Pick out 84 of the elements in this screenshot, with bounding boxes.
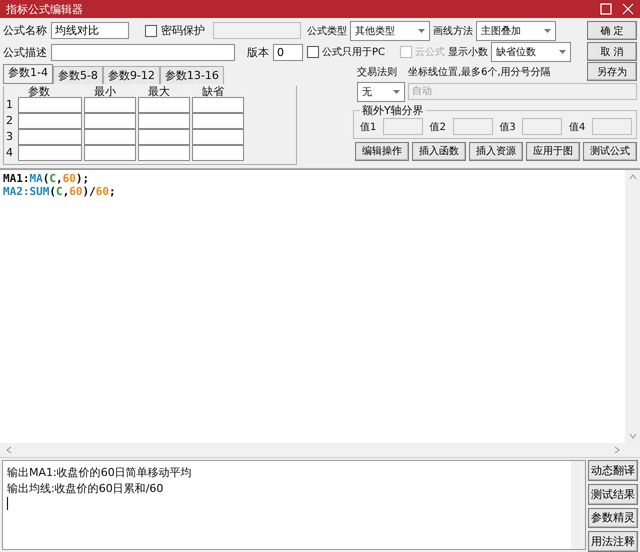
caret-icon — [393, 90, 400, 94]
param-field[interactable] — [138, 113, 190, 129]
caret-icon — [559, 50, 566, 54]
scrollbar[interactable] — [625, 170, 640, 443]
action-button[interactable]: 取 消 — [587, 42, 637, 61]
decimals-dropdown[interactable]: 缺省位数 — [491, 42, 572, 62]
version-field[interactable]: 0 — [273, 44, 303, 61]
field-label: 公式类型 — [307, 24, 347, 38]
tool-button[interactable]: 编辑操作 — [355, 142, 409, 160]
tool-button[interactable]: 应用于图 — [526, 142, 580, 160]
text-cursor — [7, 497, 8, 510]
field-label: 交易法则 — [357, 66, 398, 78]
field-label: 公式描述 — [3, 45, 47, 60]
param-field[interactable] — [192, 129, 244, 145]
action-button[interactable]: 另存为 — [587, 62, 637, 81]
caret-icon — [418, 28, 425, 32]
window-title: 指标公式编辑器 — [6, 2, 84, 16]
code-line: MA2:SUM(C,60)/60; — [3, 185, 117, 198]
tab[interactable]: 参数1-4 — [3, 64, 53, 84]
output-line: 输出均线:收盘价的60日累和/60 — [7, 481, 164, 497]
side-button[interactable]: 测试结果 — [588, 484, 638, 504]
tool-button[interactable]: 测试公式 — [583, 142, 637, 160]
param-field[interactable] — [84, 97, 136, 113]
column-header: 最小 — [93, 86, 117, 97]
param-field[interactable] — [84, 113, 136, 129]
checkbox-label: 密码保护 — [161, 23, 205, 38]
param-field[interactable] — [138, 145, 190, 161]
tab[interactable]: 参数5-8 — [52, 66, 103, 84]
trade-rule-dropdown[interactable]: 无 — [357, 82, 405, 102]
maximize-icon[interactable] — [600, 3, 612, 15]
action-button[interactable]: 确 定 — [587, 21, 637, 40]
type-dropdown[interactable]: 其他类型 — [350, 20, 430, 40]
row-number: 3 — [6, 129, 14, 145]
scrollbar[interactable] — [571, 461, 585, 549]
side-button[interactable]: 动态翻译 — [588, 460, 638, 481]
column-header: 最大 — [147, 86, 171, 97]
field-label: 值2 — [430, 120, 446, 134]
tab[interactable]: 参数13-16 — [160, 66, 224, 84]
column-header: 缺省 — [201, 86, 225, 97]
param-field[interactable] — [192, 97, 244, 113]
bound-field[interactable] — [452, 118, 493, 135]
field-label: 显示小数 — [448, 46, 488, 58]
tool-button[interactable]: 插入资源 — [469, 142, 523, 160]
field-label: 值1 — [360, 120, 376, 134]
code-line: MA1:MA(C,60); — [3, 172, 90, 185]
row-number: 2 — [6, 113, 14, 129]
param-field[interactable] — [192, 113, 244, 129]
checkbox[interactable] — [145, 24, 157, 36]
bound-field[interactable] — [522, 118, 562, 135]
close-icon[interactable] — [622, 3, 634, 15]
column-header: 参数 — [27, 86, 51, 97]
caret-icon — [544, 28, 551, 32]
param-field[interactable] — [138, 97, 190, 113]
side-button[interactable]: 用法注释 — [588, 531, 638, 552]
param-field[interactable] — [84, 129, 136, 145]
output-line: 输出MA1:收盘价的60日简单移动平均 — [7, 465, 193, 481]
row-number: 4 — [6, 145, 14, 161]
param-field[interactable] — [192, 145, 244, 161]
draw-method-dropdown[interactable]: 主图叠加 — [476, 20, 556, 40]
param-field[interactable] — [18, 97, 82, 113]
group-title: 额外Y轴分界 — [361, 103, 425, 118]
param-field[interactable] — [18, 145, 82, 161]
side-button[interactable]: 参数精灵 — [588, 508, 638, 528]
field-label: 值3 — [499, 120, 516, 134]
checkbox-label: 公式只用于PC — [322, 46, 386, 58]
field-label: 公式名称 — [3, 23, 47, 38]
row-number: 1 — [6, 97, 14, 113]
tab[interactable]: 参数9-12 — [102, 66, 160, 84]
description-field[interactable] — [51, 44, 235, 61]
field-label: 版本 — [247, 45, 269, 60]
field-label: 值4 — [568, 120, 586, 134]
bound-field[interactable] — [383, 118, 424, 135]
tool-button[interactable]: 插入函数 — [412, 142, 466, 160]
field-label: 坐标线位置,最多6个,用分号分隔 — [408, 66, 551, 78]
bound-field[interactable] — [592, 118, 632, 135]
axis-field[interactable]: 自动 — [408, 83, 637, 100]
checkbox[interactable] — [307, 46, 319, 58]
param-field[interactable] — [84, 145, 136, 161]
checkbox-label: 云公式 — [415, 46, 446, 58]
param-field[interactable] — [138, 129, 190, 145]
param-field[interactable] — [18, 113, 82, 129]
field-label: 画线方法 — [433, 24, 473, 38]
param-field[interactable] — [18, 129, 82, 145]
name-field[interactable]: 均线对比 — [51, 22, 129, 39]
